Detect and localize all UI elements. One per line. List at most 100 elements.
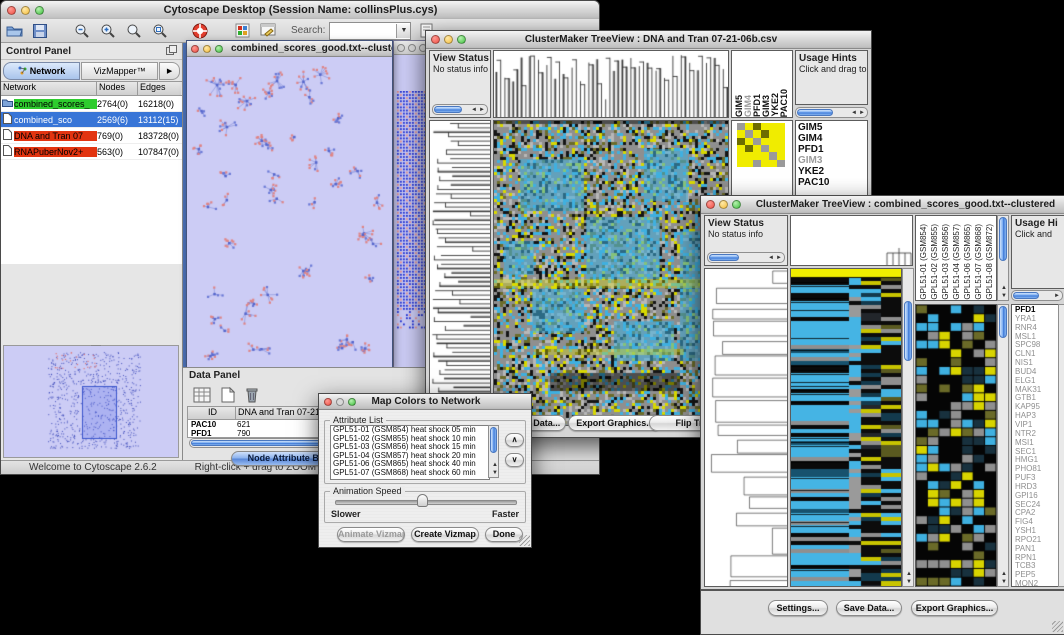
tv2-row-dendro[interactable] [705,269,787,586]
network-overview-panel[interactable] [3,345,179,458]
network-row-combined-scores[interactable]: combined_scores_2764(0)16218(0) [1,96,182,112]
tv2-labels-vscrollbar[interactable]: ▲ ▼ [997,215,1009,301]
tv2-heatmap-vscrollbar[interactable]: ▲ ▼ [902,268,914,587]
open-file-button[interactable] [3,21,25,41]
attribute-list-vscrollbar[interactable]: ▲ ▼ [488,425,499,478]
tv1-heatmap-pane[interactable] [493,120,729,426]
move-down-button[interactable]: ∨ [505,453,524,467]
tv2-zoom-vscroll-thumb[interactable] [999,306,1007,338]
dialog-minimize-button[interactable] [336,398,344,406]
move-up-button[interactable]: ∧ [505,433,524,447]
tv2-usage-right-arrow[interactable]: ► [1054,293,1060,299]
attribute-item-gpl51-07[interactable]: GPL51-07 (GSM868) heat shock 60 min [331,469,489,478]
dialog-zoom-button[interactable] [348,398,356,406]
attribute-list-down-arrow[interactable]: ▼ [492,470,498,476]
frame-minimize-button[interactable] [203,45,211,53]
tv1-close-button[interactable] [431,35,440,44]
tv2-status-hscroll-thumb[interactable] [709,254,739,261]
tv2-zoom-down-arrow[interactable]: ▼ [1001,579,1007,585]
tv2-col-dendro[interactable] [791,216,912,265]
save-button[interactable] [29,21,51,41]
attribute-listbox[interactable]: GPL51-01 (GSM854) heat shock 05 minGPL51… [330,425,490,480]
dialog-close-button[interactable] [324,398,332,406]
overview-canvas[interactable] [4,346,178,457]
create-vizmap-button[interactable]: Create Vizmap [411,527,479,542]
attribute-list-vscroll-thumb[interactable] [490,427,497,453]
tv1-row-dendro[interactable] [430,121,490,425]
tv2-status-hscrollbar[interactable]: ◄ ► [707,252,785,263]
tv1-button-export-graphics[interactable]: Export Graphics... [568,415,662,431]
tv2-zoom-pane[interactable] [915,304,997,587]
tv2-minimize-button[interactable] [719,200,728,209]
zoom-out-icon[interactable] [71,21,93,41]
tv2-labels-up-arrow[interactable]: ▲ [1001,285,1007,291]
tv1-col-dendro[interactable] [494,51,728,117]
tv2-status-right-arrow[interactable]: ► [776,255,782,261]
tv1-zoom-button[interactable] [457,35,466,44]
search-input[interactable] [330,24,396,38]
tv2-heatmap-vscroll-thumb[interactable] [904,301,912,361]
delete-attribute-icon[interactable] [241,385,263,405]
tv2-zoom-up-arrow[interactable]: ▲ [1001,571,1007,577]
tv2-status-left-arrow[interactable]: ◄ [768,255,774,261]
network-frame-titlebar[interactable]: combined_scores_good.txt--cluste... [187,41,392,57]
tv2-button-export-graphics[interactable]: Export Graphics... [911,600,998,616]
tv1-status-hscrollbar[interactable]: ◄ ► [432,104,488,115]
tv1-column-dendrogram-pane[interactable] [493,50,729,118]
tv2-heatmap-down-arrow[interactable]: ▼ [906,579,912,585]
tv2-resize-grip[interactable] [1052,621,1063,632]
network-row-rnapubernov2[interactable]: RNAPuberNov2+563(0)107847(0) [1,144,182,160]
modify-network-icon[interactable] [231,21,253,41]
tv1-heatmap[interactable] [494,121,728,425]
search-dropdown-arrow[interactable]: ▼ [396,24,410,38]
zoom-fit-icon[interactable] [123,21,145,41]
new-attribute-icon[interactable] [217,385,239,405]
main-title-bar[interactable]: Cytoscape Desktop (Session Name: collins… [1,1,599,20]
tv1-status-hscroll-thumb[interactable] [434,106,462,113]
frame-zoom-button[interactable] [215,45,223,53]
network-row-dna-and-tran-07[interactable]: DNA and Tran 07769(0)183728(0) [1,128,182,144]
dialog-titlebar[interactable]: Map Colors to Network [319,394,531,410]
annotation-icon[interactable] [257,21,279,41]
tv2-usage-hscrollbar[interactable]: ► [1011,290,1063,301]
animate-vizmap-button[interactable]: Animate Vizmap [337,527,405,542]
tab-network[interactable]: Network [3,62,80,80]
attribute-list-up-arrow[interactable]: ▲ [492,462,498,468]
tv2-labels-vscroll-thumb[interactable] [999,217,1007,261]
minimize-button[interactable] [21,6,30,15]
tv2-labels-down-arrow[interactable]: ▼ [1001,293,1007,299]
tv2-zoom-vscrollbar[interactable]: ▲ ▼ [997,304,1009,587]
tab-overflow-arrow[interactable]: ▶ [159,62,180,80]
tv1-usage-hscrollbar[interactable]: ◄ ► [795,107,868,118]
tv1-minimize-button[interactable] [444,35,453,44]
zoom-in-icon[interactable] [97,21,119,41]
dialog-resize-grip[interactable] [519,535,530,546]
tv2-zoom[interactable] [916,305,996,586]
network-canvas[interactable] [187,57,390,367]
tv2-button-settings[interactable]: Settings... [768,600,828,616]
zoom-selected-icon[interactable] [149,21,171,41]
tv2-column-dendrogram-pane[interactable] [790,215,913,266]
inactive-close-button[interactable] [397,44,405,52]
float-panel-icon[interactable] [166,42,177,60]
frame-close-button[interactable] [191,45,199,53]
done-button[interactable]: Done [485,527,523,542]
speed-slider-thumb[interactable] [417,494,428,507]
treeview1-titlebar[interactable]: ClusterMaker TreeView : DNA and Tran 07-… [426,31,871,49]
tv1-status-left-arrow[interactable]: ◄ [471,107,477,113]
tv2-heatmap-pane[interactable] [790,268,902,587]
tv2-usage-hscroll-thumb[interactable] [1013,292,1039,299]
tv1-usage-hscroll-thumb[interactable] [797,109,833,116]
inactive-minimize-button[interactable] [408,44,416,52]
tv2-close-button[interactable] [706,200,715,209]
help-lifebuoy-icon[interactable] [189,21,211,41]
tv1-row-dendrogram-pane[interactable] [429,120,491,426]
attribute-select-icon[interactable] [191,385,213,405]
tv2-heatmap-up-arrow[interactable]: ▲ [906,571,912,577]
network-row-combined-sco[interactable]: combined_sco2569(6)13112(15) [1,112,182,128]
tv2-button-save-data[interactable]: Save Data... [836,600,902,616]
zoom-button[interactable] [35,6,44,15]
tv2-row-dendrogram-pane[interactable] [704,268,788,587]
tv1-usage-left-arrow[interactable]: ◄ [851,110,857,116]
tv2-genelist-vscrollbar[interactable] [1058,304,1064,587]
